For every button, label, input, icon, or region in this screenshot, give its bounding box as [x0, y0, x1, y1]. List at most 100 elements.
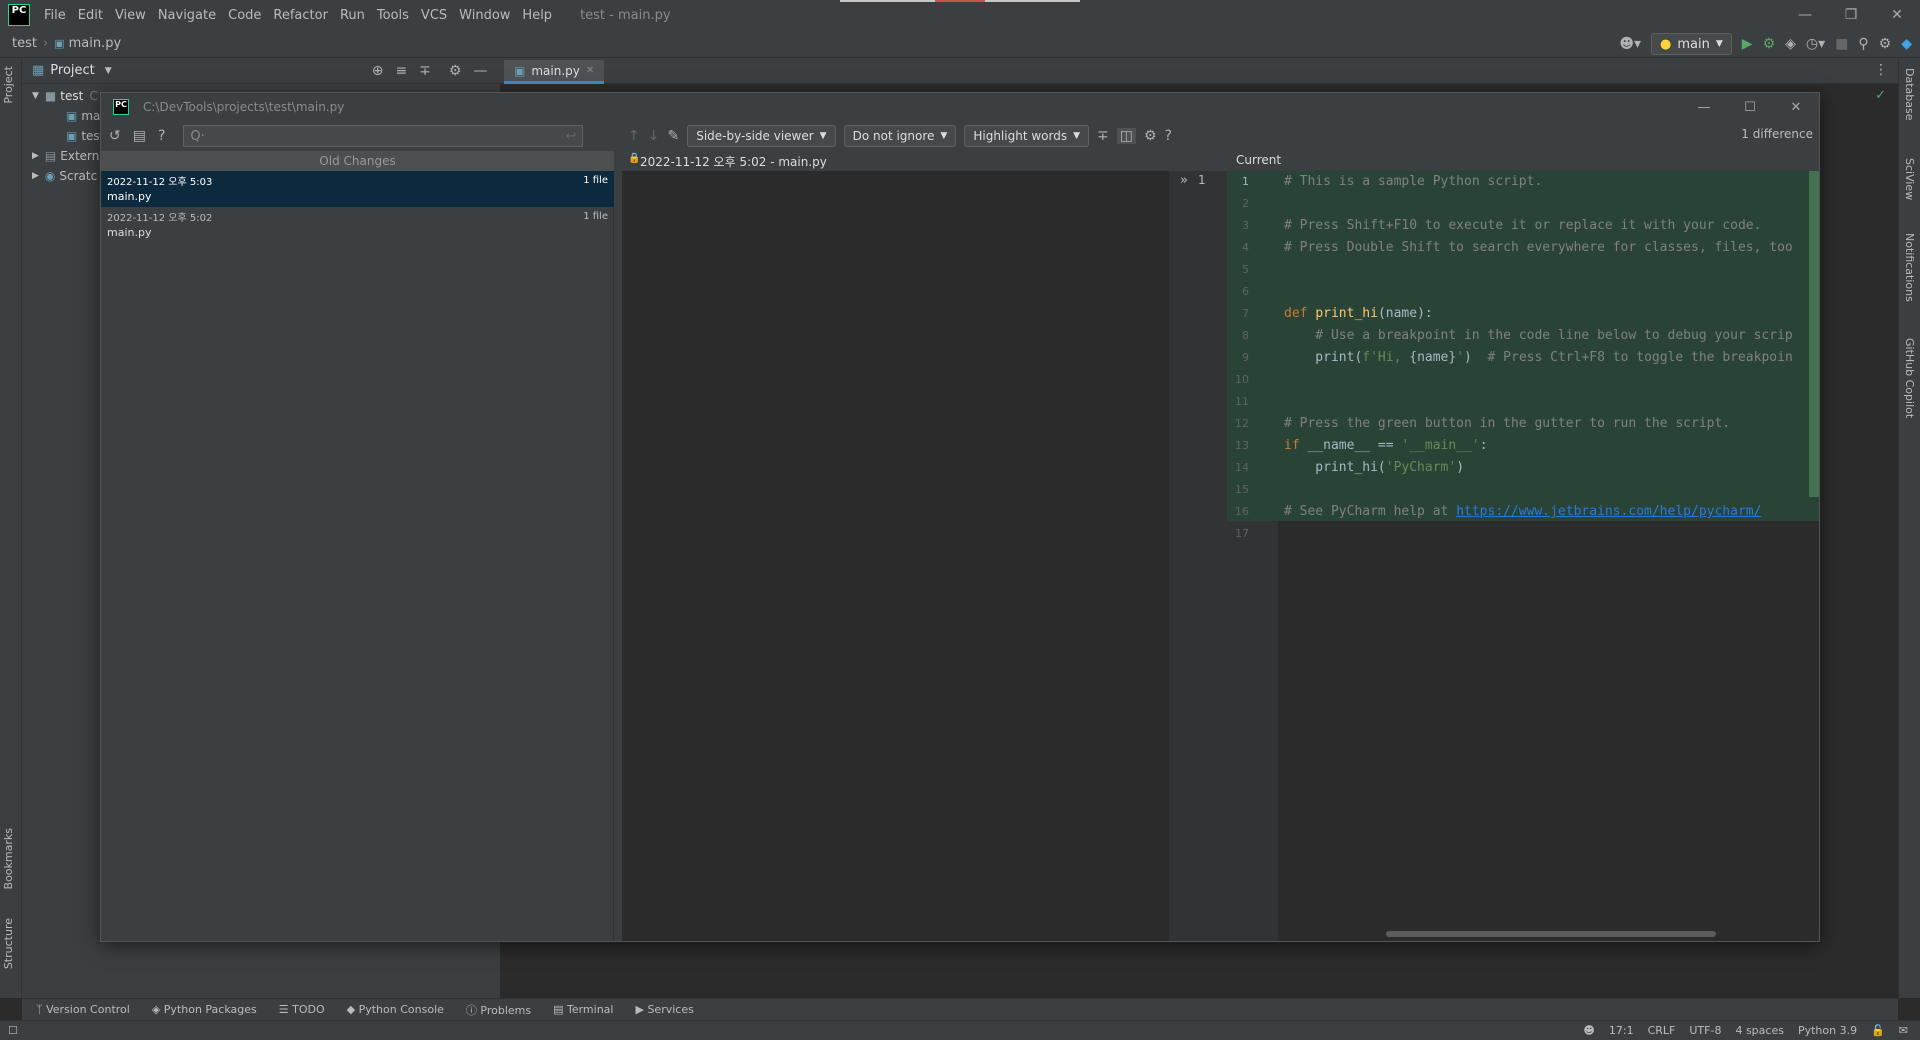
previous-difference-icon[interactable]: ↑	[628, 128, 640, 144]
code-line: print(f'Hi, {name}') # Press Ctrl+F8 to …	[1284, 347, 1792, 369]
run-icon[interactable]: ▶	[1742, 36, 1753, 52]
restore-icon[interactable]: ❐	[1828, 0, 1874, 30]
filter-icon[interactable]: ↩	[566, 129, 577, 144]
help-icon[interactable]: ?	[1165, 128, 1172, 144]
collapse-unchanged-icon[interactable]: ∓	[1097, 128, 1109, 144]
revision-item[interactable]: 2022-11-12 오후 5:02 main.py 1 file	[101, 207, 614, 243]
next-difference-icon[interactable]: ↓	[648, 128, 660, 144]
tree-item-test[interactable]: ▣ test	[66, 126, 104, 146]
line-number: 10	[1235, 373, 1249, 386]
tool-python-console[interactable]: ◆ Python Console	[347, 1003, 444, 1016]
chevron-down-icon: ▼	[1715, 39, 1723, 49]
settings-icon[interactable]: ⚙	[1144, 128, 1157, 144]
viewer-mode-select[interactable]: Side-by-side viewer ▼	[687, 125, 836, 147]
settings-icon[interactable]: ⚙	[1879, 36, 1892, 52]
revert-icon[interactable]: ↺	[109, 128, 121, 144]
coverage-icon[interactable]: ◈	[1785, 36, 1796, 52]
tree-item-main-py[interactable]: ▣ ma	[66, 106, 100, 126]
diff-right-pane[interactable]: # This is a sample Python script. # Press…	[1278, 171, 1819, 941]
status-left-icon[interactable]: ☐	[8, 1024, 18, 1037]
create-patch-icon[interactable]: ▤	[133, 128, 146, 144]
apply-change-icon[interactable]: »	[1180, 173, 1188, 188]
line-separator[interactable]: CRLF	[1648, 1024, 1676, 1037]
code-token: __name__ ==	[1307, 438, 1402, 453]
tool-tab-bookmarks[interactable]: Bookmarks	[2, 828, 15, 889]
chevron-down-icon[interactable]: ▼	[105, 66, 112, 76]
user-icon[interactable]: ☻▾	[1619, 36, 1641, 52]
profile-icon[interactable]: ◷▾	[1806, 36, 1825, 52]
tool-python-packages[interactable]: ◈ Python Packages	[152, 1003, 257, 1016]
whitespace-mode-select[interactable]: Do not ignore ▼	[843, 125, 957, 147]
menu-refactor[interactable]: Refactor	[273, 8, 328, 23]
navigation-bar: test › ▣ main.py ☻▾ ● main ▼ ▶ ⚙ ◈ ◷▾ ■ …	[0, 30, 1920, 58]
tree-item-external-libraries[interactable]: ▶ ▤ Extern	[32, 146, 99, 166]
tool-tab-structure[interactable]: Structure	[2, 918, 15, 969]
code-line: print_hi('PyCharm')	[1284, 457, 1464, 479]
menu-run[interactable]: Run	[340, 8, 365, 23]
jetbrains-ai-icon[interactable]: ◆	[1901, 36, 1912, 52]
menu-help[interactable]: Help	[522, 8, 552, 23]
tool-todo[interactable]: ☰ TODO	[279, 1003, 325, 1016]
locate-icon[interactable]: ⊕	[372, 63, 384, 79]
tool-tab-github-copilot[interactable]: GitHub Copilot	[1903, 338, 1916, 418]
menu-code[interactable]: Code	[228, 8, 261, 23]
gear-icon[interactable]: ⚙	[449, 63, 462, 79]
menu-vcs[interactable]: VCS	[421, 8, 447, 23]
tool-version-control[interactable]: ᛉ Version Control	[36, 1003, 130, 1016]
close-icon[interactable]: ✕	[1773, 93, 1819, 121]
run-configuration-select[interactable]: ● main ▼	[1651, 33, 1732, 55]
menu-navigate[interactable]: Navigate	[158, 8, 216, 23]
help-icon[interactable]: ?	[158, 128, 165, 144]
tool-terminal[interactable]: ▤ Terminal	[553, 1003, 613, 1016]
expand-all-icon[interactable]: ≡	[395, 63, 407, 79]
code-line: def print_hi(name):	[1284, 303, 1433, 325]
tool-tab-notifications[interactable]: Notifications	[1903, 233, 1916, 302]
copilot-status-icon[interactable]: ☻	[1583, 1024, 1594, 1037]
menu-tools[interactable]: Tools	[377, 8, 409, 23]
tool-services[interactable]: ▶ Services	[635, 1003, 693, 1016]
indent-setting[interactable]: 4 spaces	[1735, 1024, 1784, 1037]
horizontal-scrollbar[interactable]	[1386, 931, 1716, 937]
maximize-icon[interactable]: ☐	[1727, 93, 1773, 121]
menu-edit[interactable]: Edit	[78, 8, 103, 23]
chevron-right-icon: ▶	[32, 151, 39, 161]
more-icon[interactable]: ⋮	[1874, 62, 1888, 78]
debug-icon[interactable]: ⚙	[1763, 36, 1776, 52]
tree-item-scratches[interactable]: ▶ ◉ Scratc	[32, 166, 97, 186]
caret-position[interactable]: 17:1	[1609, 1024, 1634, 1037]
edit-source-icon[interactable]: ✎	[667, 128, 679, 144]
python-interpreter[interactable]: Python 3.9	[1798, 1024, 1857, 1037]
tool-tab-sciview[interactable]: SciView	[1903, 158, 1916, 200]
tree-item-project-root[interactable]: ▼ ■ test C	[32, 86, 98, 106]
close-icon[interactable]: ✕	[1874, 0, 1920, 30]
tool-problems[interactable]: ⓘ Problems	[466, 1002, 531, 1018]
progress-indicator-accent	[935, 0, 985, 2]
collapse-all-icon[interactable]: ∓	[419, 63, 431, 79]
breadcrumb-project[interactable]: test	[12, 36, 37, 51]
menu-view[interactable]: View	[115, 8, 146, 23]
tool-tab-project[interactable]: Project	[2, 66, 15, 104]
sync-scroll-icon[interactable]: ◫	[1116, 128, 1136, 144]
hide-icon[interactable]: —	[473, 63, 487, 79]
revision-item[interactable]: 2022-11-12 오후 5:03 main.py 1 file	[101, 171, 614, 207]
stop-icon[interactable]: ■	[1835, 36, 1848, 52]
history-search-input[interactable]: Q· ↩	[183, 125, 584, 147]
diff-left-pane[interactable]	[622, 171, 1170, 941]
highlight-mode-select[interactable]: Highlight words ▼	[964, 125, 1090, 147]
file-encoding[interactable]: UTF-8	[1689, 1024, 1721, 1037]
menu-file[interactable]: File	[44, 8, 66, 23]
editor-tab-main-py[interactable]: ▣ main.py ✕	[504, 60, 605, 84]
tool-tab-database[interactable]: Database	[1903, 68, 1916, 121]
highlight-mode-label: Highlight words	[973, 129, 1068, 143]
breadcrumb-file[interactable]: main.py	[69, 36, 122, 51]
minimize-icon[interactable]: —	[1782, 0, 1828, 30]
code-token: print(	[1284, 350, 1363, 365]
project-panel-title[interactable]: Project	[50, 63, 94, 78]
minimize-icon[interactable]: —	[1681, 93, 1727, 121]
lock-icon[interactable]: 🔓	[1871, 1024, 1885, 1037]
code-link[interactable]: https://www.jetbrains.com/help/pycharm/	[1456, 504, 1761, 519]
notifications-icon[interactable]: ✉	[1899, 1024, 1908, 1037]
search-icon[interactable]: ⚲	[1858, 36, 1868, 52]
menu-window[interactable]: Window	[459, 8, 510, 23]
close-tab-icon[interactable]: ✕	[586, 65, 594, 76]
